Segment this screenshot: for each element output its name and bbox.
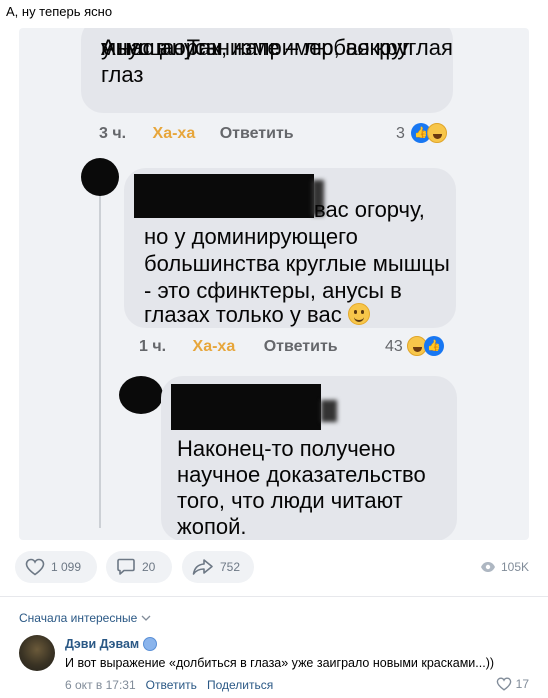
author-name: Дэви Дэвам — [65, 637, 140, 651]
comment-1-reply: Ответить — [219, 125, 294, 142]
donut-badge-icon — [143, 637, 158, 651]
comment-date[interactable]: 6 окт в 17:31 — [65, 678, 136, 692]
comment-bubble-1: Анус в организме – любая круглая мышца. … — [81, 28, 453, 113]
comment-2-reaction-count: 43 — [385, 338, 403, 355]
share-link[interactable]: Поделиться — [207, 678, 273, 692]
comment-meta: 6 окт в 17:31 Ответить Поделиться — [65, 678, 273, 692]
avatar[interactable] — [19, 635, 55, 671]
comment-button[interactable]: 20 — [106, 551, 172, 583]
comment-2-haha: Ха-ха — [192, 338, 236, 355]
chevron-down-icon — [141, 615, 151, 621]
reply-link[interactable]: Ответить — [146, 678, 197, 692]
redacted-avatar — [119, 376, 163, 414]
comment-bubble-3: Наконец-то получено научное доказательст… — [161, 376, 457, 540]
post-image[interactable]: Анус в организме – любая круглая мышца. … — [19, 28, 529, 540]
comment-like-count: 17 — [515, 677, 529, 691]
comment-2-line-1: вас огорчу, — [314, 197, 425, 222]
post-text: А, ну теперь ясно — [6, 4, 113, 19]
comment-1-meta: 3 ч. Ха-ха Ответить — [99, 125, 294, 143]
views-value: 105K — [500, 560, 529, 574]
comment-bubble-2: вас огорчу, но у доминирующего большинст… — [124, 168, 456, 328]
comment-2-line-3: большинства круглые мышцы — [144, 251, 450, 276]
comment-2-meta: 1 ч. Ха-ха Ответить — [139, 338, 338, 356]
comment-1-time: 3 ч. — [99, 125, 127, 142]
smile-emoji-icon — [347, 303, 370, 325]
heart-icon — [25, 558, 45, 576]
like-button[interactable]: 1 099 — [15, 551, 97, 583]
comment-count: 20 — [142, 560, 156, 574]
view-count: 105K — [480, 560, 529, 574]
divider — [0, 596, 548, 597]
comment-2-line-5: глазах только у вас — [144, 302, 342, 327]
redacted-avatar — [81, 158, 119, 196]
comment-1-line-3: у нас анусы — [101, 35, 222, 60]
share-count: 752 — [220, 560, 241, 574]
comment-text: И вот выражение «долбиться в глаза» уже … — [65, 656, 495, 670]
share-icon — [192, 559, 213, 575]
comment-1-haha: Ха-ха — [152, 125, 196, 142]
comments-sort-dropdown[interactable]: Сначала интересные — [19, 611, 151, 625]
comment-icon — [117, 558, 135, 575]
comment-1-reaction-count: 3 — [396, 125, 405, 142]
like-reaction-icon: 👍 — [424, 336, 444, 356]
sort-label: Сначала интересные — [19, 611, 138, 625]
heart-icon — [496, 677, 511, 691]
comment-3-line-3: того, что люди читают — [177, 488, 403, 513]
comment-like-button[interactable]: 17 — [496, 677, 529, 691]
redacted-name — [171, 384, 321, 430]
redacted-name — [134, 174, 314, 218]
comment-2-reply: Ответить — [263, 338, 338, 355]
comment-2-line-2: но у доминирующего — [144, 224, 358, 249]
redaction-blur — [321, 400, 337, 422]
comment-2-line-4: - это сфинктеры, анусы в — [144, 278, 402, 303]
comment-3-line-2: научное доказательство — [177, 462, 426, 487]
share-button[interactable]: 752 — [182, 551, 254, 583]
eye-icon — [480, 562, 495, 572]
comment-3-line-4: жопой. — [177, 514, 247, 539]
comment-author[interactable]: Дэви Дэвам — [65, 637, 158, 651]
comment-2-time: 1 ч. — [139, 338, 167, 355]
like-count: 1 099 — [51, 560, 82, 574]
thread-line — [99, 188, 101, 528]
comment-3-line-1: Наконец-то получено — [177, 436, 396, 461]
haha-reaction-icon — [427, 123, 447, 143]
